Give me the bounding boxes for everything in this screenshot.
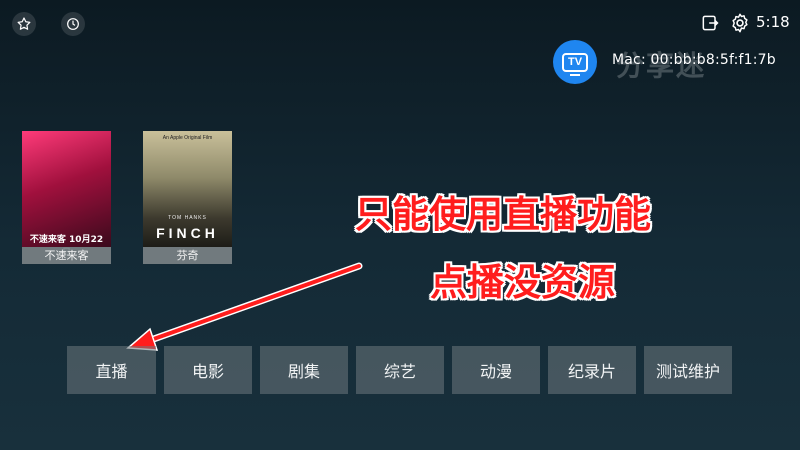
poster-art-title: FINCH xyxy=(156,225,219,241)
gear-icon[interactable] xyxy=(729,12,751,34)
nav-documentary-button[interactable]: 纪录片 xyxy=(548,346,636,394)
annotation-line-1: 只能使用直播功能 xyxy=(355,193,651,236)
poster-art-actor: TOM HANKS xyxy=(168,215,207,221)
nav-anime-button[interactable]: 动漫 xyxy=(452,346,540,394)
mac-address: Mac: 00:bb:b8:5f:f1:7b xyxy=(612,52,776,68)
poster-art-top: An Apple Original Film xyxy=(162,135,213,141)
clock-icon xyxy=(67,18,79,30)
nav-series-button[interactable]: 剧集 xyxy=(260,346,348,394)
tv-logo: TV xyxy=(553,40,597,84)
nav-movies-button[interactable]: 电影 xyxy=(164,346,252,394)
nav-maintenance-button[interactable]: 测试维护 xyxy=(644,346,732,394)
favorites-button[interactable] xyxy=(12,12,36,36)
nav-live-button[interactable]: 直播 xyxy=(67,346,156,394)
poster-title: 芬奇 xyxy=(143,247,232,264)
movie-poster-1[interactable]: 不速来客 10月22日 不速来客 xyxy=(22,131,111,264)
annotation-line-2: 点播没资源 xyxy=(430,261,615,304)
nav-variety-button[interactable]: 综艺 xyxy=(356,346,444,394)
poster-title: 不速来客 xyxy=(22,247,111,264)
time-display: 5:18 xyxy=(756,13,790,31)
poster-image: 不速来客 10月22日 xyxy=(22,131,111,258)
exit-icon[interactable] xyxy=(700,13,720,33)
movie-poster-2[interactable]: An Apple Original Film TOM HANKS FINCH 芬… xyxy=(143,131,232,264)
poster-image: An Apple Original Film TOM HANKS FINCH xyxy=(143,131,232,247)
star-icon xyxy=(17,17,31,30)
history-button[interactable] xyxy=(61,12,85,36)
tv-logo-text: TV xyxy=(562,52,588,76)
category-nav: 直播 电影 剧集 综艺 动漫 纪录片 测试维护 xyxy=(67,346,732,394)
